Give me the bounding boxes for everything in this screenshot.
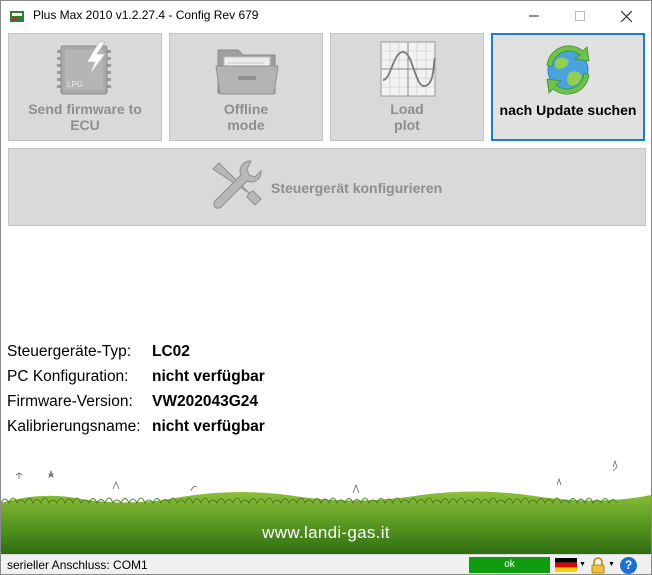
app-logo-icon — [10, 11, 24, 22]
status-bar: serieller Anschluss: COM1 ok ▼ ▼ ? — [1, 554, 651, 574]
status-ok-indicator: ok — [469, 557, 550, 573]
check-update-label: nach Update suchen — [499, 102, 637, 118]
website-label: www.landi-gas.it — [262, 523, 390, 542]
offline-mode-label: Offline mode — [223, 101, 269, 133]
minimize-button[interactable] — [511, 1, 557, 31]
tools-icon — [212, 160, 262, 209]
help-icon[interactable]: ? — [620, 557, 637, 574]
app-window: Plus Max 2010 v1.2.27.4 - Config Rev 679… — [0, 0, 652, 575]
close-icon — [620, 10, 632, 22]
info-value: LC02 — [152, 343, 190, 360]
german-flag-icon[interactable] — [555, 558, 577, 572]
load-plot-button[interactable]: Load plot — [330, 33, 484, 141]
configure-ecu-button[interactable]: Steuergerät konfigurieren — [8, 148, 646, 226]
maximize-icon — [575, 11, 585, 21]
configure-ecu-label: Steuergerät konfigurieren — [271, 180, 443, 196]
title-bar[interactable]: Plus Max 2010 v1.2.27.4 - Config Rev 679 — [1, 1, 651, 31]
info-value: nicht verfügbar — [152, 418, 265, 435]
load-plot-label: Load plot — [390, 101, 424, 133]
info-key: Kalibrierungsname: — [7, 418, 141, 435]
svg-text:LPG: LPG — [67, 80, 83, 89]
refresh-globe-icon — [546, 45, 590, 95]
plot-icon — [380, 41, 436, 97]
info-key: Firmware-Version: — [7, 393, 133, 410]
connection-status: serieller Anschluss: COM1 — [7, 558, 148, 572]
info-key: Steuergeräte-Typ: — [7, 343, 132, 360]
offline-mode-button[interactable]: Offline mode — [169, 33, 323, 141]
info-value: nicht verfügbar — [152, 368, 265, 385]
lock-icon[interactable] — [590, 557, 606, 574]
language-dropdown-icon[interactable]: ▼ — [579, 561, 586, 568]
info-value: VW202043G24 — [152, 393, 258, 410]
folder-icon — [215, 49, 279, 95]
send-firmware-button[interactable]: LPG Send firmware to ECU — [8, 33, 162, 141]
close-button[interactable] — [603, 1, 649, 31]
maximize-button[interactable] — [557, 1, 603, 31]
ecu-chip-icon: LPG — [57, 41, 111, 95]
send-firmware-label: Send firmware to ECU — [28, 101, 142, 133]
window-title: Plus Max 2010 v1.2.27.4 - Config Rev 679 — [33, 8, 259, 22]
info-key: PC Konfiguration: — [7, 368, 129, 385]
check-update-button[interactable]: nach Update suchen — [491, 33, 645, 141]
minimize-icon — [529, 15, 539, 17]
lock-dropdown-icon[interactable]: ▼ — [608, 561, 615, 568]
